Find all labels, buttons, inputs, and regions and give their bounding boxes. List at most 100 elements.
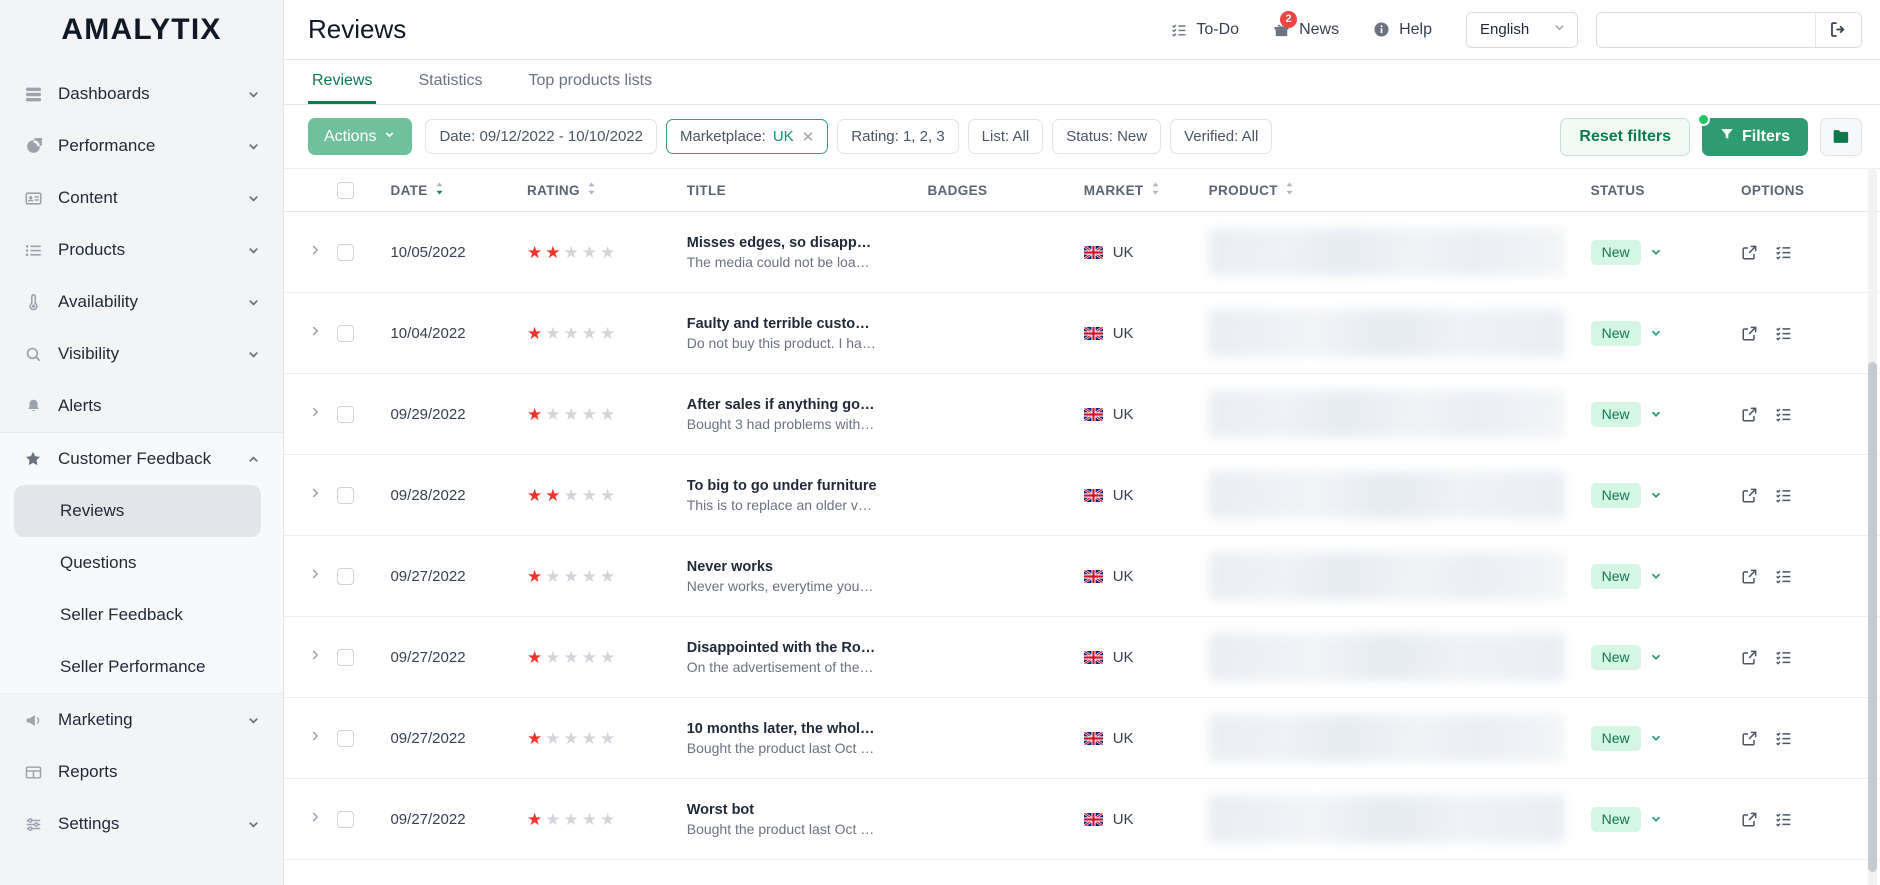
filter-chip-verified[interactable]: Verified: All: [1170, 119, 1273, 154]
table-row[interactable]: 09/27/2022 ★ ★ ★ ★ ★ 10 months later, the wh…: [284, 697, 1880, 779]
row-actions-icon[interactable]: [1775, 649, 1792, 666]
sidebar-item-reviews[interactable]: Reviews: [14, 485, 261, 537]
sidebar-item-customer-feedback[interactable]: Customer Feedback: [0, 433, 283, 485]
review-title[interactable]: Never works: [687, 559, 877, 575]
reset-filters-button[interactable]: Reset filters: [1560, 117, 1690, 156]
open-external-icon[interactable]: [1741, 406, 1758, 423]
cell-expand[interactable]: [284, 292, 338, 374]
cell-product[interactable]: [1208, 454, 1591, 536]
filter-chip-rating[interactable]: Rating: 1, 2, 3: [837, 119, 959, 154]
status-dropdown-icon[interactable]: [1649, 407, 1663, 421]
review-title[interactable]: Faulty and terrible customer s...: [687, 316, 877, 332]
filter-chip-marketplace[interactable]: Marketplace: UK ✕: [665, 119, 829, 154]
sidebar-item-performance[interactable]: Performance: [0, 120, 283, 172]
chevron-down-icon[interactable]: [246, 243, 261, 258]
cell-status[interactable]: New: [1590, 373, 1742, 455]
review-title[interactable]: 10 months later, the whole bot...: [687, 721, 877, 737]
select-all-checkbox[interactable]: [337, 181, 355, 199]
filter-chip-list[interactable]: List: All: [967, 119, 1044, 154]
todo-link[interactable]: To-Do: [1171, 21, 1239, 39]
sidebar-item-content[interactable]: Content: [0, 172, 283, 224]
cell-select[interactable]: [337, 697, 391, 779]
cell-status[interactable]: New: [1590, 616, 1742, 698]
sort-icon[interactable]: [434, 182, 445, 198]
cell-options[interactable]: [1741, 373, 1880, 455]
cell-product[interactable]: [1208, 292, 1591, 374]
sidebar-item-questions[interactable]: Questions: [0, 537, 283, 589]
row-checkbox[interactable]: [337, 405, 355, 423]
sidebar-item-seller-performance[interactable]: Seller Performance: [0, 641, 283, 693]
vertical-scrollbar-thumb[interactable]: [1868, 362, 1877, 872]
cell-expand[interactable]: [284, 373, 338, 455]
logout-button[interactable]: [1815, 12, 1861, 47]
table-row[interactable]: 09/29/2022 ★ ★ ★ ★ ★ After sales if anything…: [284, 373, 1880, 455]
cell-expand[interactable]: [284, 211, 338, 293]
open-external-icon[interactable]: [1741, 730, 1758, 747]
review-title[interactable]: Disappointed with the Robot. ...: [687, 640, 877, 656]
status-dropdown-icon[interactable]: [1649, 326, 1663, 340]
help-link[interactable]: Help: [1373, 21, 1432, 39]
chevron-down-icon[interactable]: [246, 347, 261, 362]
cell-status[interactable]: New: [1590, 535, 1742, 617]
tab-statistics[interactable]: Statistics: [414, 60, 486, 104]
cell-options[interactable]: [1741, 454, 1880, 536]
expand-row-icon[interactable]: [308, 568, 322, 585]
cell-product[interactable]: [1208, 211, 1591, 293]
expand-row-icon[interactable]: [308, 487, 322, 504]
th-product[interactable]: PRODUCT: [1208, 168, 1591, 212]
cell-select[interactable]: [337, 616, 391, 698]
expand-row-icon[interactable]: [308, 649, 322, 666]
sidebar-item-availability[interactable]: Availability: [0, 276, 283, 328]
expand-row-icon[interactable]: [308, 406, 322, 423]
status-dropdown-icon[interactable]: [1649, 569, 1663, 583]
cell-options[interactable]: [1741, 697, 1880, 779]
sort-icon[interactable]: [1284, 182, 1295, 198]
cell-select[interactable]: [337, 535, 391, 617]
chevron-down-icon[interactable]: [246, 139, 261, 154]
chevron-down-icon[interactable]: [246, 817, 261, 832]
row-checkbox[interactable]: [337, 486, 355, 504]
cell-title[interactable]: To big to go under furniture This is to …: [686, 454, 928, 536]
cell-select[interactable]: [337, 292, 391, 374]
filters-button[interactable]: Filters: [1696, 112, 1808, 156]
chevron-down-icon[interactable]: [246, 295, 261, 310]
review-title[interactable]: Worst bot: [687, 802, 877, 818]
filter-chip-status[interactable]: Status: New: [1052, 119, 1162, 154]
cell-select[interactable]: [337, 454, 391, 536]
status-dropdown-icon[interactable]: [1649, 488, 1663, 502]
search-input[interactable]: [1597, 12, 1815, 47]
cell-expand[interactable]: [284, 697, 338, 779]
status-dropdown-icon[interactable]: [1649, 650, 1663, 664]
cell-expand[interactable]: [284, 535, 338, 617]
cell-title[interactable]: Disappointed with the Robot. ... On the …: [686, 616, 928, 698]
sidebar-item-dashboards[interactable]: Dashboards: [0, 68, 283, 120]
row-actions-icon[interactable]: [1775, 568, 1792, 585]
cell-product[interactable]: [1208, 697, 1591, 779]
cell-options[interactable]: [1741, 292, 1880, 374]
sidebar-item-products[interactable]: Products: [0, 224, 283, 276]
status-dropdown-icon[interactable]: [1649, 812, 1663, 826]
table-row[interactable]: 09/27/2022 ★ ★ ★ ★ ★ Worst bot Bought the pr…: [284, 778, 1880, 860]
cell-status[interactable]: New: [1590, 697, 1742, 779]
row-actions-icon[interactable]: [1775, 730, 1792, 747]
tab-reviews[interactable]: Reviews: [308, 60, 377, 104]
row-checkbox[interactable]: [337, 324, 355, 342]
cell-status[interactable]: New: [1590, 292, 1742, 374]
filter-chip-date[interactable]: Date: 09/12/2022 - 10/10/2022: [425, 119, 657, 154]
status-dropdown-icon[interactable]: [1649, 731, 1663, 745]
cell-product[interactable]: [1208, 373, 1591, 455]
saved-views-button[interactable]: [1820, 117, 1862, 156]
cell-product[interactable]: [1208, 616, 1591, 698]
sidebar-item-settings[interactable]: Settings: [0, 798, 283, 850]
row-checkbox[interactable]: [337, 810, 355, 828]
table-row[interactable]: 09/27/2022 ★ ★ ★ ★ ★ Never works Never works…: [284, 535, 1880, 617]
row-checkbox[interactable]: [337, 648, 355, 666]
sidebar-item-reports[interactable]: Reports: [0, 746, 283, 798]
cell-select[interactable]: [337, 778, 391, 860]
sort-icon[interactable]: [1150, 182, 1161, 198]
th-rating[interactable]: RATING: [527, 168, 687, 212]
open-external-icon[interactable]: [1741, 568, 1758, 585]
cell-select[interactable]: [337, 373, 391, 455]
tab-top-products-lists[interactable]: Top products lists: [524, 60, 656, 104]
chevron-up-icon[interactable]: [246, 452, 261, 467]
